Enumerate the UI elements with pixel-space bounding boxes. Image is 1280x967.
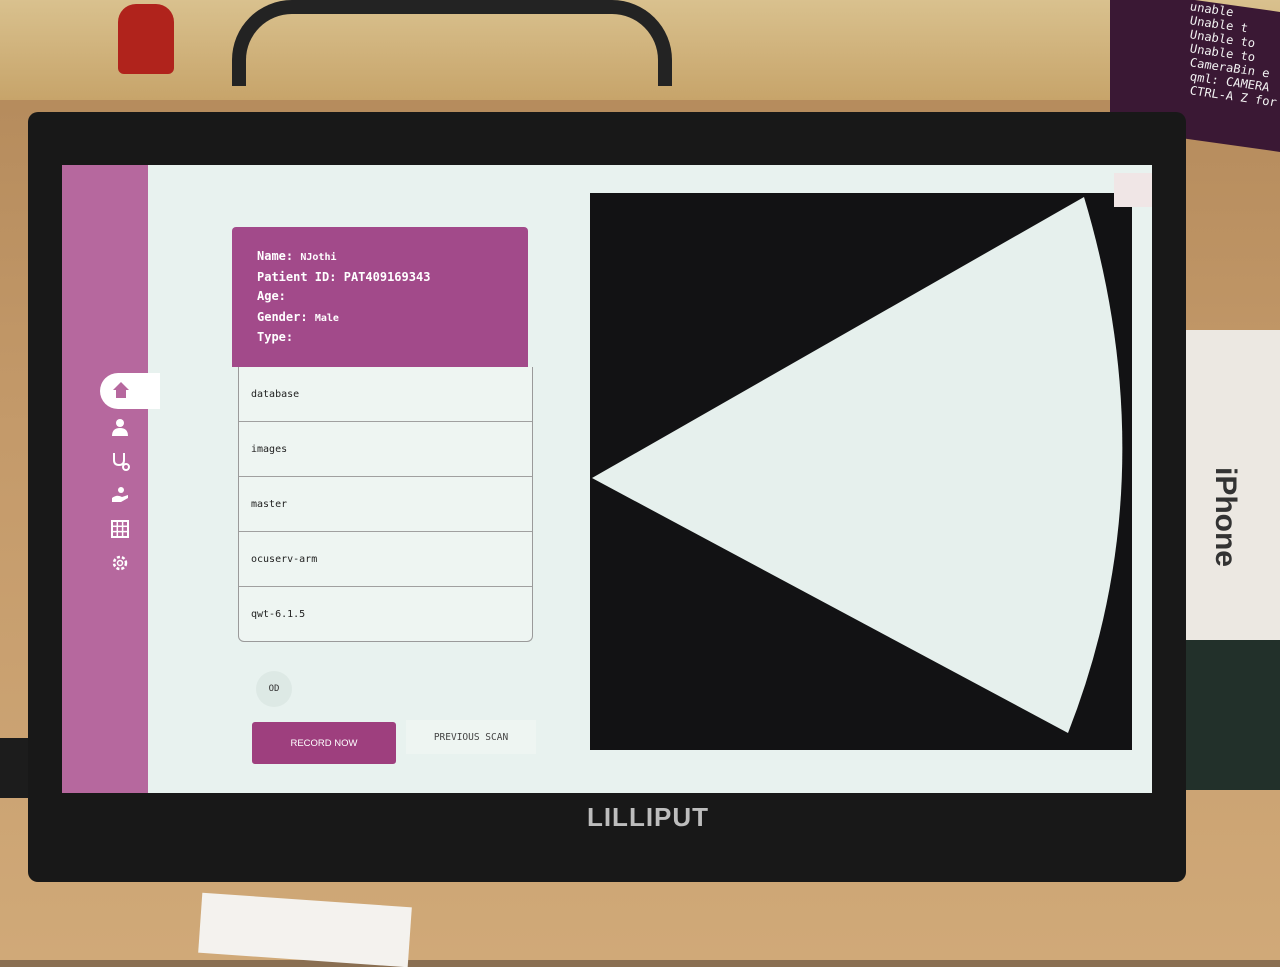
patient-id-label: Patient ID: — [257, 269, 337, 284]
app-screen: Name: NJothi Patient ID: PAT409169343 Ag… — [62, 165, 1152, 793]
type-label: Type: — [257, 330, 294, 344]
nav-stethoscope-button[interactable] — [106, 447, 134, 475]
patient-type-row: Type: — [257, 328, 528, 349]
hand-icon — [112, 487, 128, 502]
nav-settings-button[interactable] — [106, 549, 134, 577]
nav-hand-button[interactable] — [106, 481, 134, 509]
home-icon — [113, 382, 129, 398]
sidebar — [62, 165, 148, 793]
folder-item-images[interactable]: images — [239, 422, 532, 477]
corner-marker — [1114, 173, 1152, 207]
folder-list: database images master ocuserv-arm qwt-6… — [238, 367, 533, 642]
nav-grid-button[interactable] — [106, 515, 134, 543]
name-value: NJothi — [300, 252, 337, 263]
background-bottle — [118, 4, 174, 74]
folder-item-database[interactable]: database — [239, 367, 532, 422]
background-chair — [232, 0, 672, 86]
patient-gender-row: Gender: Male — [257, 308, 528, 329]
grid-icon — [111, 520, 129, 538]
ultrasound-scan-view — [590, 193, 1132, 750]
gear-icon — [112, 555, 128, 571]
folder-item-qwt[interactable]: qwt-6.1.5 — [239, 587, 532, 642]
name-label: Name: — [257, 249, 294, 263]
nav-home-button[interactable] — [100, 373, 160, 409]
doctor-icon — [112, 419, 128, 436]
previous-scan-button[interactable]: PREVIOUS SCAN — [406, 720, 536, 754]
folder-item-master[interactable]: master — [239, 477, 532, 532]
folder-item-ocuserv-arm[interactable]: ocuserv-arm — [239, 532, 532, 587]
record-now-button[interactable]: RECORD NOW — [252, 722, 396, 764]
patient-name-row: Name: NJothi — [257, 247, 528, 268]
scan-sector-image — [592, 197, 1123, 733]
age-label: Age: — [257, 289, 286, 303]
patient-age-row: Age: — [257, 287, 528, 308]
background-box-label: iPhone — [1209, 466, 1242, 567]
patient-id-value: PAT409169343 — [343, 269, 431, 284]
monitor-brand: LILLIPUT — [586, 802, 710, 832]
gender-value: Male — [314, 312, 339, 324]
gender-label: Gender: — [257, 309, 308, 324]
patient-id-row: Patient ID: PAT409169343 — [257, 268, 528, 288]
eye-toggle-od[interactable]: OD — [256, 671, 292, 707]
stethoscope-icon — [113, 453, 130, 471]
nav-doctor-button[interactable] — [106, 413, 134, 441]
patient-info-card: Name: NJothi Patient ID: PAT409169343 Ag… — [232, 227, 528, 367]
